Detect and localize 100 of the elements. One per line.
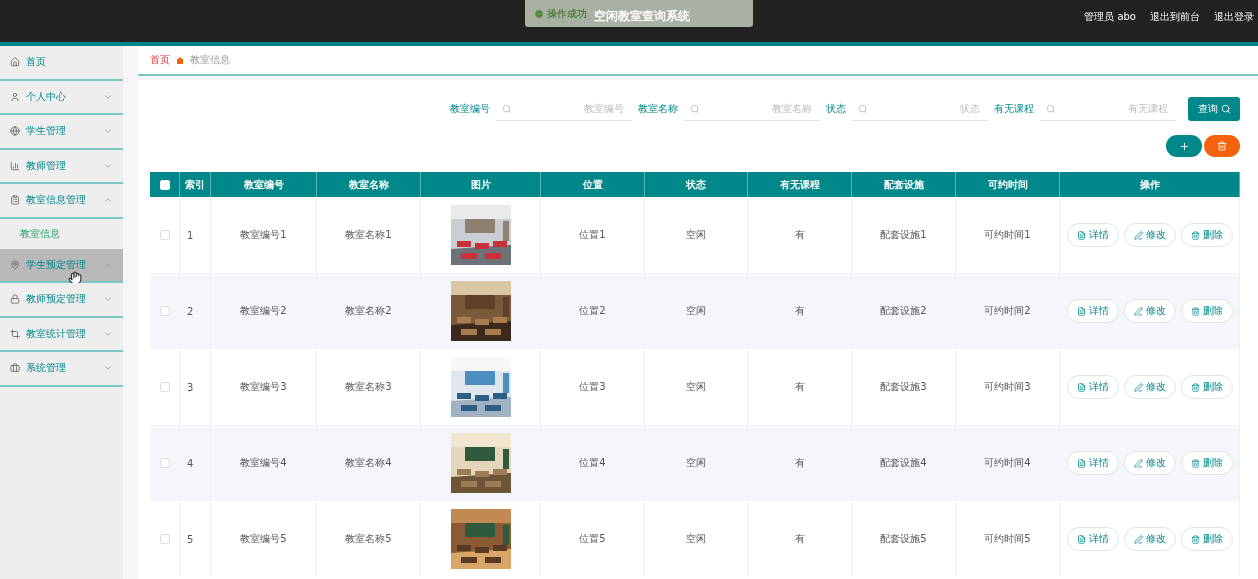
search-icon (858, 103, 868, 114)
globe-icon (10, 126, 20, 137)
column-header: 配套设施 (852, 172, 956, 197)
sidebar-item[interactable]: 教师预定管理 (0, 283, 123, 318)
search-field[interactable]: 教室编号 (496, 97, 632, 121)
row-checkbox[interactable] (159, 306, 170, 316)
pen-icon (1133, 382, 1143, 392)
table-cell: 教室编号2 (211, 273, 317, 349)
pen-icon (1133, 230, 1143, 240)
table-cell: 可约时间2 (956, 273, 1060, 349)
field-label: 教室编号 (450, 102, 490, 116)
document-icon (1076, 382, 1086, 392)
search-input[interactable]: 教室名称 (704, 102, 814, 115)
delete-button[interactable]: 删除 (1180, 223, 1233, 247)
trash-icon (1190, 306, 1200, 316)
edit-button[interactable]: 修改 (1123, 527, 1176, 551)
column-header: 操作 (1060, 172, 1240, 197)
table-cell: 位置4 (541, 425, 645, 501)
table-cell: 教室编号4 (211, 425, 317, 501)
table-cell: 4 (180, 425, 211, 501)
search-field[interactable]: 状态 (852, 97, 988, 121)
bag-icon (176, 56, 184, 64)
column-header: 可约时间 (956, 172, 1060, 197)
breadcrumb-item: 教室信息 (190, 53, 230, 67)
details-button[interactable]: 详情 (1066, 223, 1119, 247)
document-icon (1076, 534, 1086, 544)
delete-button[interactable]: 删除 (1180, 375, 1233, 399)
query-button[interactable]: 查询 (1188, 97, 1240, 121)
table-cell: 配套设施2 (852, 273, 956, 349)
row-checkbox[interactable] (159, 534, 170, 544)
table-cell: 有 (748, 425, 852, 501)
row-checkbox[interactable] (159, 230, 170, 240)
delete-button[interactable]: 删除 (1180, 527, 1233, 551)
search-icon (502, 103, 512, 114)
table-cell: 位置2 (541, 273, 645, 349)
column-header: 有无课程 (748, 172, 852, 197)
column-header: 教室编号 (211, 172, 317, 197)
briefcase-icon (10, 363, 20, 374)
home-icon (10, 57, 20, 68)
column-header: 位置 (541, 172, 645, 197)
search-field[interactable]: 教室名称 (684, 97, 820, 121)
delete-button[interactable] (1204, 135, 1240, 157)
search-input[interactable]: 教室编号 (516, 102, 626, 115)
delete-button[interactable]: 删除 (1180, 451, 1233, 475)
trash-icon (1217, 141, 1227, 151)
header-link[interactable]: 退出登录 (1214, 10, 1254, 24)
table-cell: 空闲 (645, 425, 748, 501)
edit-button[interactable]: 修改 (1123, 375, 1176, 399)
table-cell: 教室名称2 (317, 273, 421, 349)
trash-icon (1190, 458, 1200, 468)
toast-message: 操作成功 (547, 6, 587, 21)
pen-icon (1133, 458, 1143, 468)
edit-button[interactable]: 修改 (1123, 223, 1176, 247)
table-cell: 教室名称4 (317, 425, 421, 501)
search-icon (1220, 104, 1231, 114)
search-input[interactable]: 状态 (872, 102, 982, 115)
table-cell: 有 (748, 273, 852, 349)
header-link[interactable]: 退出到前台 (1150, 10, 1200, 24)
clipboard-icon (10, 195, 20, 206)
trash-icon (1190, 534, 1200, 544)
select-all-checkbox[interactable] (159, 179, 170, 190)
details-button[interactable]: 详情 (1066, 451, 1119, 475)
crop-icon (10, 328, 20, 339)
breadcrumb-item[interactable]: 首页 (150, 53, 170, 67)
search-icon (1046, 103, 1056, 114)
column-header: 图片 (421, 172, 541, 197)
column-header: 状态 (645, 172, 748, 197)
field-label: 有无课程 (994, 102, 1034, 116)
chart-icon (10, 160, 20, 171)
check-icon (534, 8, 544, 19)
user-label: 管理员 abo (1084, 10, 1136, 24)
plus-icon (1178, 140, 1190, 152)
document-icon (1076, 458, 1086, 468)
search-field[interactable]: 有无课程 (1040, 97, 1176, 121)
app-title: 空闲教室查询系统 (594, 7, 690, 25)
table-cell: 可约时间4 (956, 425, 1060, 501)
column-header: 教室名称 (317, 172, 421, 197)
pin-icon (10, 259, 20, 270)
add-button[interactable] (1166, 135, 1202, 157)
user-icon (10, 91, 20, 102)
document-icon (1076, 230, 1086, 240)
search-input[interactable]: 有无课程 (1060, 102, 1170, 115)
table-cell: 2 (180, 273, 211, 349)
table-cell: 配套设施4 (852, 425, 956, 501)
trash-icon (1190, 230, 1200, 240)
details-button[interactable]: 详情 (1066, 375, 1119, 399)
column-header: 索引 (180, 172, 211, 197)
document-icon (1076, 306, 1086, 316)
pen-icon (1133, 306, 1143, 316)
search-icon (690, 103, 700, 114)
details-button[interactable]: 详情 (1066, 299, 1119, 323)
row-checkbox[interactable] (159, 458, 170, 468)
edit-button[interactable]: 修改 (1123, 451, 1176, 475)
details-button[interactable]: 详情 (1066, 527, 1119, 551)
field-label: 教室名称 (638, 102, 678, 116)
edit-button[interactable]: 修改 (1123, 299, 1176, 323)
delete-button[interactable]: 删除 (1180, 299, 1233, 323)
sidebar-subitem[interactable]: 教室信息 (0, 218, 123, 249)
lock-icon (10, 294, 20, 305)
row-checkbox[interactable] (159, 382, 170, 392)
